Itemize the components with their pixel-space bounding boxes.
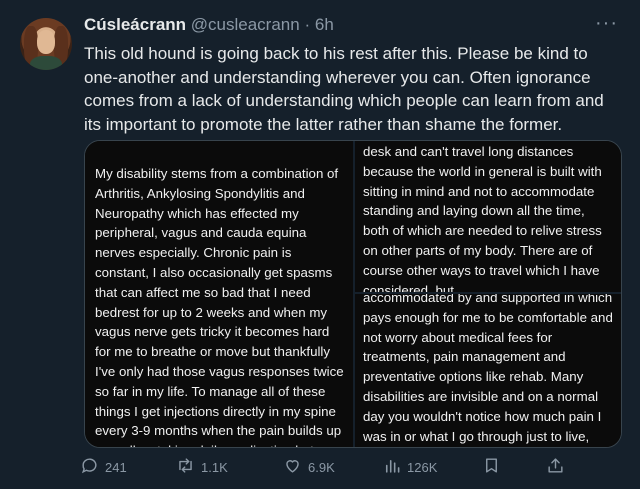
tweet-header: Cúsleácrann @cusleacrann · 6h bbox=[84, 15, 334, 35]
share-icon bbox=[546, 456, 565, 478]
views-chart-icon bbox=[382, 456, 401, 478]
media-image-bottom-right[interactable]: accommodated by and supported in which p… bbox=[355, 294, 621, 447]
bookmark-button[interactable] bbox=[482, 456, 501, 478]
image-text-top-right: desk and can't travel long distances bec… bbox=[363, 144, 602, 292]
avatar[interactable] bbox=[20, 18, 72, 70]
media-grid: My disability stems from a combination o… bbox=[84, 140, 622, 448]
reply-count: 241 bbox=[105, 459, 127, 475]
handle[interactable]: @cusleacrann bbox=[191, 15, 300, 34]
reply-icon bbox=[80, 456, 99, 478]
views-button[interactable]: 126K bbox=[382, 456, 437, 478]
media-image-left[interactable]: My disability stems from a combination o… bbox=[85, 141, 353, 447]
time-separator: · bbox=[304, 15, 311, 34]
display-name[interactable]: Cúsleácrann bbox=[84, 15, 186, 34]
bookmark-icon bbox=[482, 456, 501, 478]
retweet-icon bbox=[176, 456, 195, 478]
retweet-count: 1.1K bbox=[201, 459, 228, 475]
timestamp[interactable]: 6h bbox=[315, 15, 334, 34]
reply-button[interactable]: 241 bbox=[80, 456, 127, 478]
like-button[interactable]: 6.9K bbox=[283, 456, 335, 478]
retweet-button[interactable]: 1.1K bbox=[176, 456, 228, 478]
views-count: 126K bbox=[407, 459, 438, 475]
like-count: 6.9K bbox=[308, 459, 335, 475]
heart-icon bbox=[283, 456, 302, 478]
action-bar: 241 1.1K 6.9K 126K bbox=[80, 456, 563, 478]
avatar-clothing bbox=[30, 56, 62, 70]
tweet-text: This old hound is going back to his rest… bbox=[84, 44, 604, 134]
media-image-top-right[interactable]: desk and can't travel long distances bec… bbox=[355, 141, 621, 292]
avatar-face bbox=[37, 30, 55, 54]
more-options-icon[interactable]: ··· bbox=[595, 12, 618, 35]
image-text-left: My disability stems from a combination o… bbox=[95, 166, 344, 447]
share-button[interactable] bbox=[546, 456, 565, 478]
image-text-bottom-right: accommodated by and supported in which p… bbox=[363, 294, 613, 444]
